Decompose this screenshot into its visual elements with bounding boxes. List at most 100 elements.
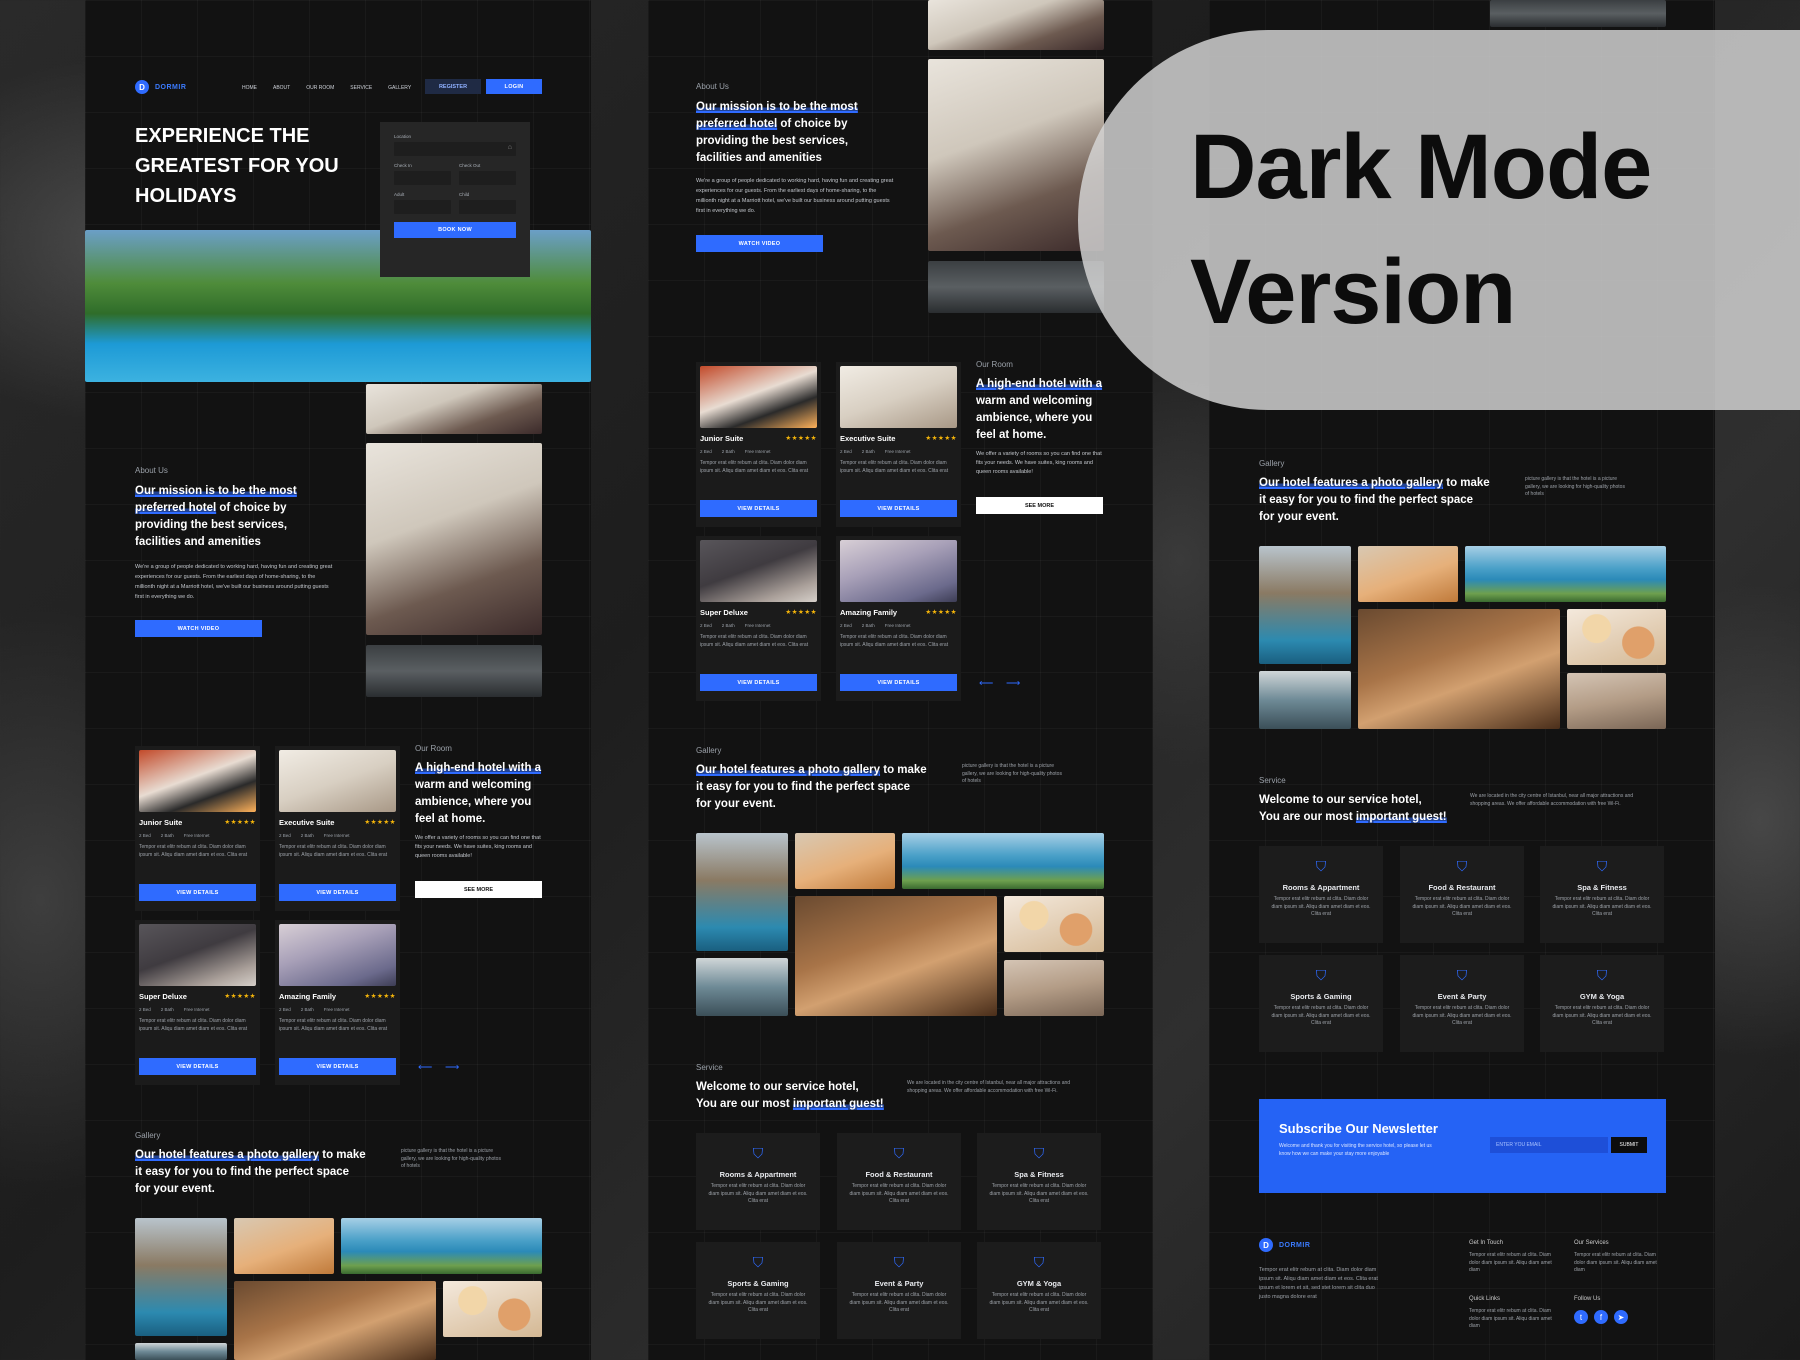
see-more-button[interactable]: SEE MORE bbox=[415, 881, 542, 898]
service-title: Sports & Gaming bbox=[1290, 992, 1352, 1001]
about-headline-highlight: preferred hotel bbox=[135, 502, 217, 514]
logo-text: DORMIR bbox=[1279, 1241, 1311, 1249]
view-details-button[interactable]: VIEW DETAILS bbox=[139, 884, 256, 901]
next-arrow-icon[interactable]: ⟶ bbox=[1006, 678, 1020, 689]
adult-label: Adult bbox=[394, 192, 405, 197]
see-more-button[interactable]: SEE MORE bbox=[976, 497, 1103, 514]
view-details-button[interactable]: VIEW DETAILS bbox=[840, 500, 957, 517]
service-side-text: We are located in the city centre of Ist… bbox=[1470, 793, 1634, 807]
room-card: Amazing Family ★★★★★ 2 Bed 2 Bath Free Int… bbox=[275, 920, 400, 1085]
about-eyebrow: About Us bbox=[696, 82, 729, 91]
view-details-button[interactable]: VIEW DETAILS bbox=[840, 674, 957, 691]
rooms-eyebrow: Our Room bbox=[976, 360, 1013, 369]
about-image-bottom bbox=[366, 645, 542, 697]
prev-arrow-icon[interactable]: ⟵ bbox=[418, 1062, 432, 1073]
book-now-button[interactable]: BOOK NOW bbox=[394, 222, 516, 238]
footer-follow-us: Follow Us t f ➤ bbox=[1574, 1296, 1659, 1324]
room-card: Executive Suite ★★★★★ 2 Bed 2 Bath Free In… bbox=[275, 746, 400, 911]
service-title: Event & Party bbox=[874, 1279, 924, 1288]
service-card[interactable]: ⛉ Rooms & Appartment Tempor erat elitr r… bbox=[696, 1133, 820, 1230]
service-card[interactable]: ⛉ Spa & Fitness Tempor erat elitr rebum … bbox=[977, 1133, 1101, 1230]
room-name: Executive Suite bbox=[279, 818, 335, 827]
wifi-label: Free Internet bbox=[183, 1007, 210, 1012]
service-desc: Tempor erat elitr rebum at clita. Diam d… bbox=[1412, 1005, 1512, 1026]
room-image bbox=[840, 366, 957, 428]
next-arrow-icon[interactable]: ⟶ bbox=[445, 1062, 459, 1073]
view-details-button[interactable]: VIEW DETAILS bbox=[279, 884, 396, 901]
room-meta: 2 Bed 2 Bath Free Internet bbox=[139, 833, 210, 838]
adult-field[interactable] bbox=[394, 200, 451, 214]
room-desc: Tempor erat elitr rebum at clita. Diam d… bbox=[279, 1018, 388, 1032]
facebook-icon[interactable]: f bbox=[1594, 1310, 1608, 1324]
room-name: Amazing Family bbox=[840, 608, 898, 617]
footer-heading: Our Services bbox=[1574, 1240, 1609, 1246]
wifi-label: Free Internet bbox=[744, 623, 771, 628]
prev-arrow-icon[interactable]: ⟵ bbox=[979, 678, 993, 689]
footer-text: Tempor erat elitr rebum at clita. Diam d… bbox=[1574, 1252, 1657, 1273]
gallery-photo bbox=[902, 833, 1104, 889]
room-card: Amazing Family ★★★★★ 2 Bed 2 Bath Free Int… bbox=[836, 536, 961, 701]
service-card[interactable]: ⛉ Sports & Gaming Tempor erat elitr rebu… bbox=[1259, 955, 1383, 1052]
nav-service[interactable]: SERVICE bbox=[350, 85, 372, 91]
service-card[interactable]: ⛉ Food & Restaurant Tempor erat elitr re… bbox=[1400, 846, 1524, 943]
watch-video-button[interactable]: WATCH VIDEO bbox=[135, 620, 262, 637]
gallery-photo bbox=[696, 958, 788, 1016]
rooms-headline-text: warm and welcoming bbox=[976, 395, 1093, 407]
bath-count: 2 Bath bbox=[721, 623, 735, 628]
service-card[interactable]: ⛉ Sports & Gaming Tempor erat elitr rebu… bbox=[696, 1242, 820, 1339]
service-card[interactable]: ⛉ GYM & Yoga Tempor erat elitr rebum at … bbox=[1540, 955, 1664, 1052]
gallery-headline-text: to make bbox=[1443, 477, 1490, 489]
twitter-icon[interactable]: t bbox=[1574, 1310, 1588, 1324]
service-card[interactable]: ⛉ Rooms & Appartment Tempor erat elitr r… bbox=[1259, 846, 1383, 943]
service-card[interactable]: ⛉ Spa & Fitness Tempor erat elitr rebum … bbox=[1540, 846, 1664, 943]
gallery-photo bbox=[1259, 671, 1351, 729]
service-headline: Welcome to our service hotel, You are ou… bbox=[696, 1079, 896, 1113]
view-details-button[interactable]: VIEW DETAILS bbox=[279, 1058, 396, 1075]
check-in-field[interactable] bbox=[394, 171, 451, 185]
service-card[interactable]: ⛉ GYM & Yoga Tempor erat elitr rebum at … bbox=[977, 1242, 1101, 1339]
room-card: Executive Suite ★★★★★ 2 Bed 2 Bath Free In… bbox=[836, 362, 961, 527]
gallery-eyebrow: Gallery bbox=[135, 1131, 161, 1140]
bath-count: 2 Bath bbox=[861, 449, 875, 454]
bed-count: 2 Bed bbox=[279, 1007, 291, 1012]
location-field[interactable]: ⌂ bbox=[394, 142, 516, 156]
room-meta: 2 Bed 2 Bath Free Internet bbox=[279, 833, 350, 838]
bath-count: 2 Bath bbox=[721, 449, 735, 454]
watch-video-button[interactable]: WATCH VIDEO bbox=[696, 235, 823, 252]
nav-our-room[interactable]: OUR ROOM bbox=[306, 85, 334, 91]
gallery-headline-text: for your event. bbox=[696, 798, 776, 810]
footer-logo[interactable]: D DORMIR bbox=[1259, 1238, 1310, 1252]
service-card[interactable]: ⛉ Event & Party Tempor erat elitr rebum … bbox=[837, 1242, 961, 1339]
login-button[interactable]: LOGIN bbox=[486, 79, 542, 94]
shield-icon: ⛉ bbox=[1033, 1254, 1045, 1270]
telegram-icon[interactable]: ➤ bbox=[1614, 1310, 1628, 1324]
nav-about[interactable]: ABOUT bbox=[273, 85, 290, 91]
logo[interactable]: D DORMIR bbox=[135, 80, 186, 94]
service-card[interactable]: ⛉ Food & Restaurant Tempor erat elitr re… bbox=[837, 1133, 961, 1230]
overlay-title-line: Dark Mode bbox=[1190, 116, 1652, 218]
submit-button[interactable]: SUBMIT bbox=[1611, 1137, 1647, 1153]
view-details-button[interactable]: VIEW DETAILS bbox=[700, 674, 817, 691]
newsletter-title: Subscribe Our Newsletter bbox=[1279, 1121, 1438, 1136]
about-headline-text: providing the best services, bbox=[696, 135, 849, 147]
gallery-photo bbox=[234, 1281, 436, 1360]
service-headline-text: Welcome to our service hotel, bbox=[1259, 794, 1422, 806]
nav-home[interactable]: HOME bbox=[242, 85, 257, 91]
check-out-field[interactable] bbox=[459, 171, 516, 185]
room-image bbox=[700, 366, 817, 428]
view-details-button[interactable]: VIEW DETAILS bbox=[700, 500, 817, 517]
view-details-button[interactable]: VIEW DETAILS bbox=[139, 1058, 256, 1075]
footer-heading: Follow Us bbox=[1574, 1296, 1601, 1302]
room-rating: ★★★★★ bbox=[364, 993, 396, 1000]
child-field[interactable] bbox=[459, 200, 516, 214]
email-input[interactable]: ENTER YOU EMAIL bbox=[1490, 1137, 1608, 1153]
register-button[interactable]: REGISTER bbox=[425, 79, 481, 94]
room-name: Junior Suite bbox=[139, 818, 183, 827]
service-title: GYM & Yoga bbox=[1016, 1279, 1062, 1288]
child-label: Child bbox=[459, 192, 470, 197]
shield-icon: ⛉ bbox=[1596, 967, 1608, 983]
nav-gallery[interactable]: GALLERY bbox=[388, 85, 411, 91]
footer-get-in-touch: Get In Touch Tempor erat elitr rebum at … bbox=[1469, 1240, 1554, 1275]
service-card[interactable]: ⛉ Event & Party Tempor erat elitr rebum … bbox=[1400, 955, 1524, 1052]
service-desc: Tempor erat elitr rebum at clita. Diam d… bbox=[849, 1183, 949, 1204]
